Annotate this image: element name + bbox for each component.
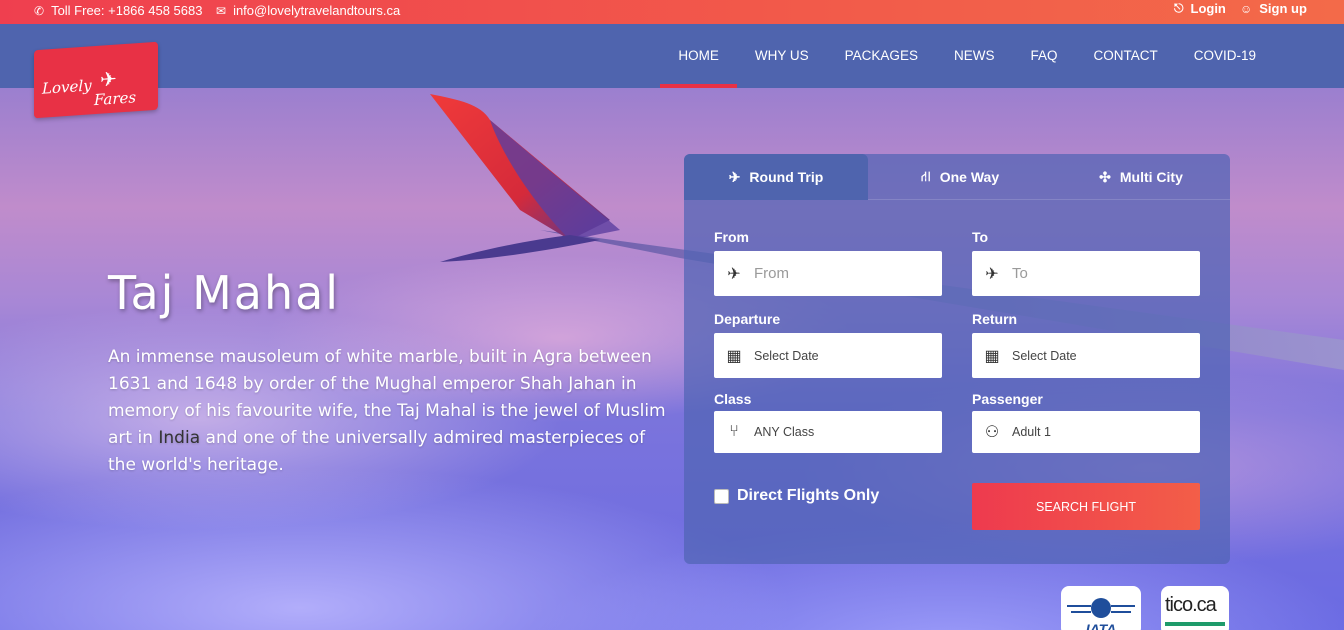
nav-why-us[interactable]: WHY US — [737, 24, 827, 88]
checkbox-box[interactable] — [714, 488, 729, 504]
departure-date-value: Select Date — [754, 348, 819, 363]
signup-label: Sign up — [1259, 1, 1307, 16]
plane-landing-icon: ✈ — [985, 265, 999, 283]
departure-date-input[interactable]: ▦ Select Date — [714, 333, 942, 378]
logo-text-fares: Fares — [94, 88, 137, 110]
from-input[interactable]: ✈ From — [714, 251, 942, 296]
class-select[interactable]: ⑂ ANY Class — [714, 411, 942, 453]
phone-icon: ✆ — [34, 3, 45, 18]
class-value: ANY Class — [754, 425, 815, 439]
multi-plane-icon: ✣ — [1099, 168, 1111, 185]
iata-logo-icon: IATA — [1067, 598, 1135, 630]
nav-news[interactable]: NEWS — [936, 24, 1013, 88]
from-label: From — [714, 229, 749, 245]
to-input[interactable]: ✈ To — [972, 251, 1200, 296]
from-placeholder: From — [754, 265, 789, 282]
tab-multi-city[interactable]: ✣ Multi City — [1052, 154, 1230, 200]
tico-text: tico.ca — [1165, 594, 1217, 616]
return-date-input[interactable]: ▦ Select Date — [972, 333, 1200, 378]
lovely-fares-logo[interactable]: Lovely ✈ Fares — [34, 41, 158, 119]
login-label: Login — [1190, 1, 1226, 16]
search-flight-button[interactable]: SEARCH FLIGHT — [972, 483, 1200, 530]
to-label: To — [972, 229, 989, 245]
to-placeholder: To — [1012, 265, 1028, 282]
class-label: Class — [714, 391, 752, 407]
return-date-value: Select Date — [1012, 348, 1077, 363]
trip-type-tabs: ✈ Round Trip ⛙ One Way ✣ Multi City — [684, 154, 1230, 200]
iata-text: IATA — [1086, 621, 1117, 630]
iata-badge: IATA — [1061, 586, 1141, 630]
nav-home[interactable]: HOME — [660, 24, 737, 88]
tab-multi-city-label: Multi City — [1119, 169, 1183, 185]
passenger-value: Adult 1 — [1012, 425, 1051, 439]
calendar-icon: ▦ — [726, 347, 742, 365]
plane-takeoff-icon: ✈ — [727, 265, 741, 283]
departure-label: Departure — [714, 311, 781, 327]
top-contact-bar: ✆ Toll Free: +1866 458 5683 ✉ info@lovel… — [0, 0, 1344, 24]
logo-plane-icon: ✈ — [100, 66, 117, 92]
seat-icon: ⑂ — [729, 423, 739, 440]
nav-packages[interactable]: PACKAGES — [827, 24, 936, 88]
calendar-icon: ▦ — [984, 347, 1000, 365]
main-menu: HOME WHY US PACKAGES NEWS FAQ CONTACT CO… — [660, 24, 1274, 88]
passenger-select[interactable]: ⚇ Adult 1 — [972, 411, 1200, 453]
tico-badge: tico.ca — [1161, 586, 1229, 630]
tab-round-trip-label: Round Trip — [749, 169, 824, 185]
return-label: Return — [972, 311, 1018, 327]
signup-link[interactable]: ☺ Sign up — [1240, 1, 1307, 16]
nav-covid-19[interactable]: COVID-19 — [1176, 24, 1274, 88]
login-link[interactable]: ⎋ Login — [1174, 1, 1226, 16]
hero-title: Taj Mahal — [108, 266, 341, 320]
tab-one-way-label: One Way — [939, 169, 1000, 185]
email-contact[interactable]: ✉ info@lovelytravelandtours.ca — [216, 3, 400, 18]
passenger-label: Passenger — [972, 391, 1043, 407]
envelope-icon: ✉ — [216, 3, 227, 18]
hero-description: An immense mausoleum of white marble, bu… — [108, 344, 668, 479]
phone-text: Toll Free: +1866 458 5683 — [51, 3, 203, 18]
hero-desc-link-india[interactable]: India — [158, 428, 200, 448]
plane-departure-icon: ✈ — [728, 168, 741, 185]
road-icon: ⛙ — [920, 167, 931, 184]
nav-contact[interactable]: CONTACT — [1075, 24, 1175, 88]
logo-text-lovely: Lovely — [42, 76, 92, 98]
email-text: info@lovelytravelandtours.ca — [233, 3, 401, 18]
direct-flights-label: Direct Flights Only — [737, 487, 880, 504]
tab-one-way[interactable]: ⛙ One Way — [868, 154, 1052, 200]
user-plus-icon: ☺ — [1240, 1, 1253, 16]
phone-contact[interactable]: ✆ Toll Free: +1866 458 5683 — [34, 3, 202, 18]
tab-round-trip[interactable]: ✈ Round Trip — [684, 154, 868, 200]
people-icon: ⚇ — [984, 424, 1000, 441]
login-icon: ⎋ — [1174, 1, 1184, 15]
tico-stripe — [1165, 622, 1225, 626]
nav-faq[interactable]: FAQ — [1012, 24, 1075, 88]
direct-flights-checkbox[interactable]: Direct Flights Only — [714, 487, 879, 505]
